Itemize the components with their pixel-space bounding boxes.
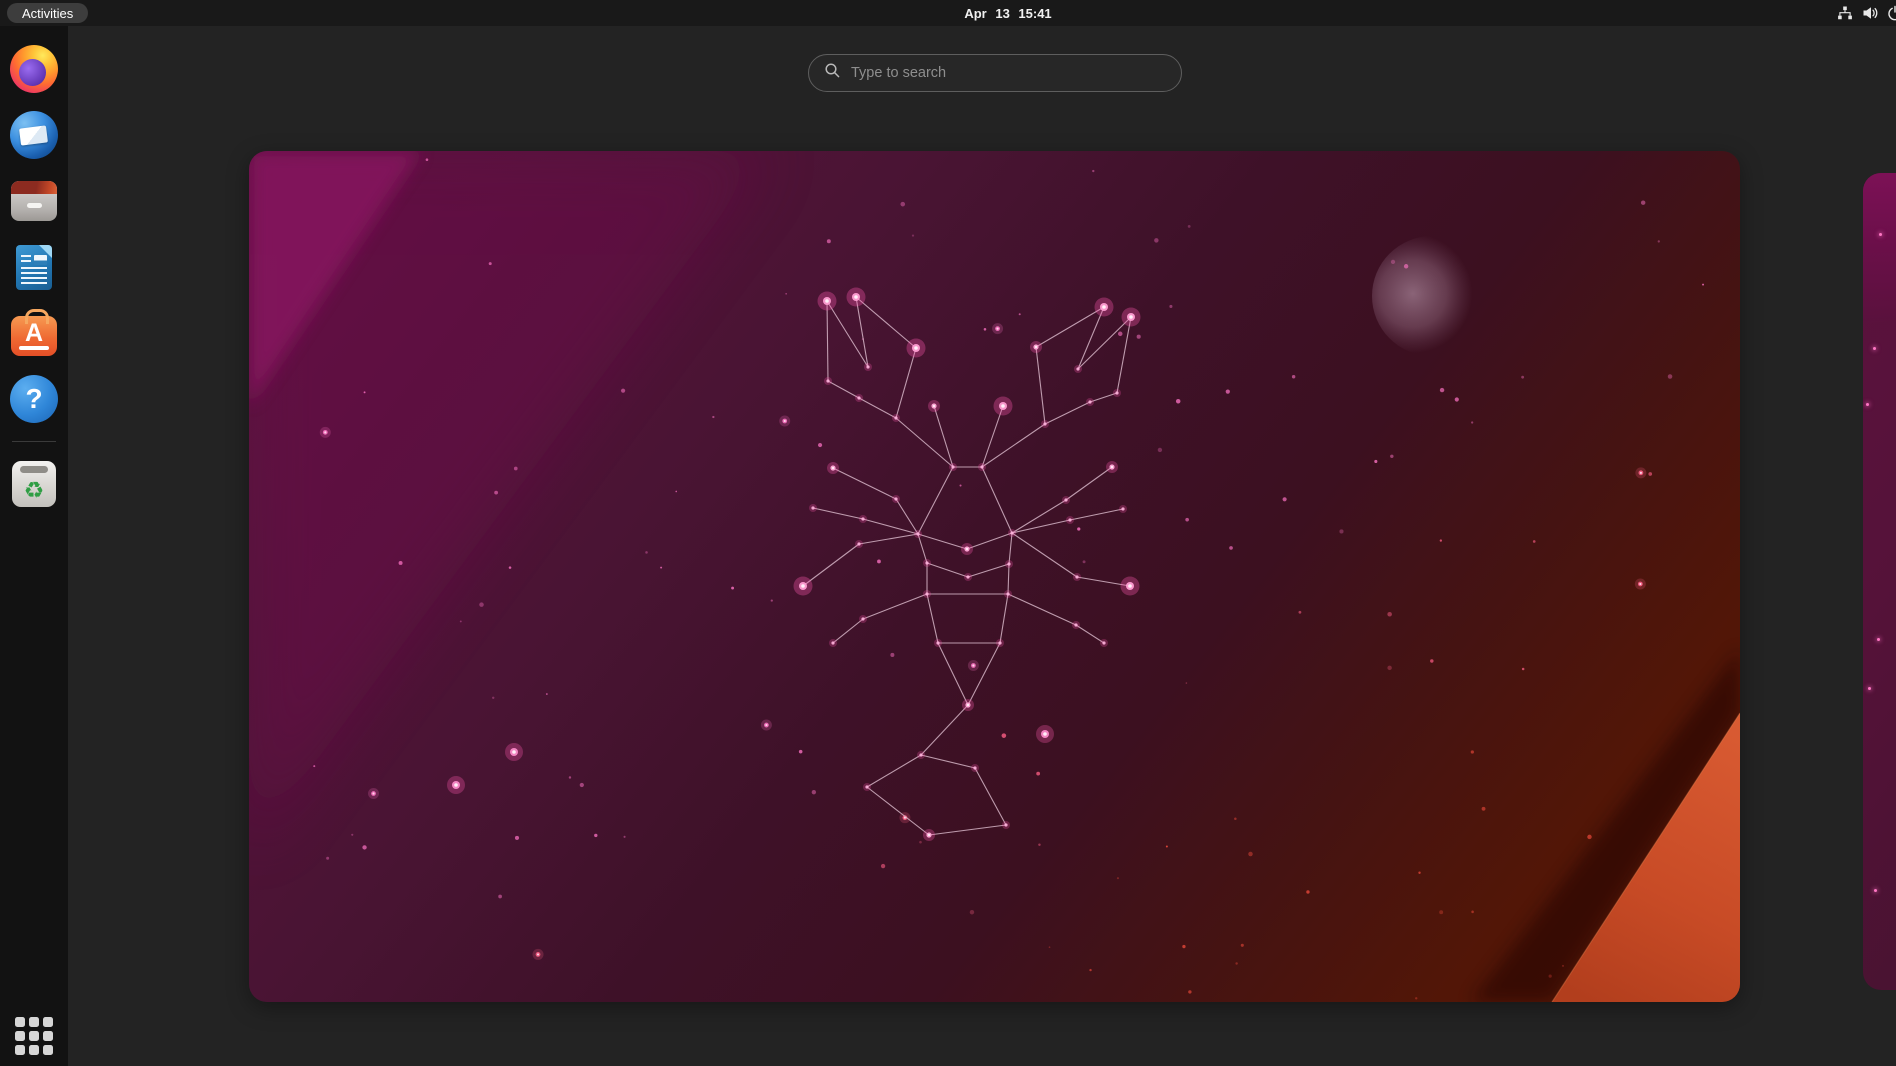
app-center-glyph: A [25, 321, 43, 346]
dock: A ? ♻ [0, 26, 68, 1066]
search-bar [808, 54, 1182, 92]
top-bar: Activities Apr 13 15:41 [0, 0, 1896, 26]
firefox-browser-icon [10, 45, 58, 93]
help-glyph: ? [25, 385, 42, 413]
ubuntu-app-center-icon: A [11, 316, 57, 356]
document-lines-icon [21, 255, 31, 265]
document-lines-icon [21, 267, 47, 284]
volume-output-icon[interactable] [1862, 5, 1878, 21]
files-icon [11, 181, 57, 221]
dock-item-help[interactable]: ? [10, 375, 58, 423]
document-image-icon [34, 255, 47, 265]
thunderbird-mail-icon [10, 111, 58, 159]
clock-button[interactable]: Apr 13 15:41 [964, 0, 1051, 26]
show-apps-button[interactable] [15, 1017, 53, 1055]
gnome-activities-overview: { "top_bar": { "activities_label": "Acti… [0, 0, 1896, 1066]
trash-icon: ♻ [12, 461, 56, 507]
dock-item-libreoffice-writer[interactable] [10, 243, 58, 291]
libreoffice-writer-icon [16, 245, 52, 290]
power-icon[interactable] [1887, 5, 1896, 21]
system-status-area [1837, 0, 1896, 26]
dock-item-files[interactable] [10, 177, 58, 225]
workspace-thumbnail[interactable] [249, 151, 1740, 1002]
dock-separator [12, 441, 56, 442]
search-input[interactable] [851, 65, 1166, 81]
wallpaper-art [249, 151, 1740, 1002]
dock-item-firefox[interactable] [10, 45, 58, 93]
workspace-thumbnail-partial[interactable] [1863, 173, 1896, 990]
dock-item-thunderbird[interactable] [10, 111, 58, 159]
search-icon [824, 62, 841, 84]
dock-item-trash[interactable]: ♻ [10, 460, 58, 508]
recycle-glyph: ♻ [24, 480, 45, 503]
network-wired-icon[interactable] [1837, 5, 1853, 21]
help-icon: ? [10, 375, 58, 423]
dock-item-app-center[interactable]: A [10, 309, 58, 357]
activities-button[interactable]: Activities [7, 3, 88, 23]
